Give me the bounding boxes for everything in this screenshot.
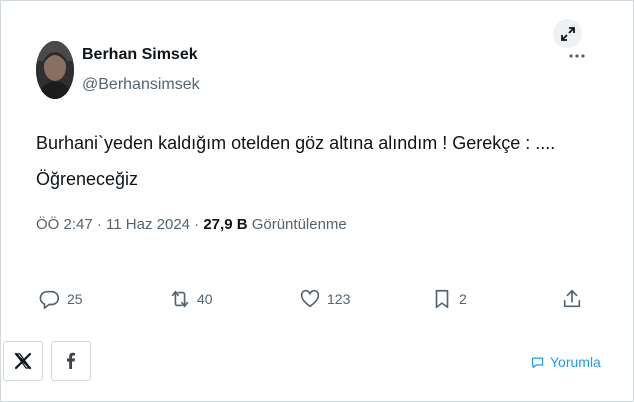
reply-button[interactable]: 25: [39, 285, 83, 313]
action-bar: 25 40 123 2: [1, 285, 633, 313]
tweet-date[interactable]: 11 Haz 2024: [106, 216, 190, 233]
expand-button[interactable]: [553, 19, 582, 48]
comment-bubble-icon: [531, 357, 544, 368]
tweet-card[interactable]: Berhan Simsek @Berhansimsek Burhani`yede…: [1, 1, 633, 336]
retweet-button[interactable]: 40: [169, 285, 213, 313]
share-x-button[interactable]: [3, 341, 43, 381]
tweet-meta: ÖÖ 2:47 · 11 Haz 2024 · 27,9 B Görüntüle…: [36, 216, 347, 233]
expand-arrows-icon: [560, 26, 575, 41]
facebook-logo-icon: [67, 352, 75, 369]
like-count: 123: [327, 291, 351, 307]
author-name[interactable]: Berhan Simsek: [82, 46, 198, 64]
bookmark-button[interactable]: 2: [431, 285, 467, 313]
author-handle[interactable]: @Berhansimsek: [82, 76, 200, 94]
avatar-photo: [36, 41, 74, 99]
more-dots-icon: [569, 54, 585, 58]
bookmark-icon: [435, 289, 449, 309]
tweet-text-line: Burhani`yeden kaldığım otelden göz altın…: [36, 133, 556, 153]
tweet-text: Burhani`yeden kaldığım otelden göz altın…: [36, 125, 596, 197]
reply-link-label: Yorumla: [550, 354, 601, 370]
share-bar: Yorumla: [1, 341, 633, 385]
bookmark-count: 2: [459, 291, 467, 307]
reply-count: 25: [67, 291, 83, 307]
like-button[interactable]: 123: [299, 285, 350, 313]
meta-separator: ·: [190, 216, 204, 233]
retweet-icon: [171, 290, 189, 308]
reply-comment-link[interactable]: Yorumla: [530, 354, 601, 370]
more-options-button[interactable]: [567, 49, 587, 63]
avatar[interactable]: [36, 41, 74, 99]
share-facebook-button[interactable]: [51, 341, 91, 381]
share-button[interactable]: [561, 285, 583, 313]
views-count: 27,9 B: [203, 216, 248, 233]
views-label: Görüntülenme: [247, 216, 347, 233]
speech-bubble-icon: [39, 290, 60, 309]
heart-icon: [300, 289, 320, 308]
embed-frame: Berhan Simsek @Berhansimsek Burhani`yede…: [0, 0, 634, 402]
tweet-text-line: Öğreneceğiz: [36, 169, 139, 189]
meta-separator: ·: [92, 216, 107, 233]
retweet-count: 40: [197, 291, 213, 307]
tweet-time[interactable]: ÖÖ 2:47: [36, 216, 93, 233]
share-upload-icon: [563, 289, 581, 308]
x-logo-icon: [14, 352, 32, 370]
